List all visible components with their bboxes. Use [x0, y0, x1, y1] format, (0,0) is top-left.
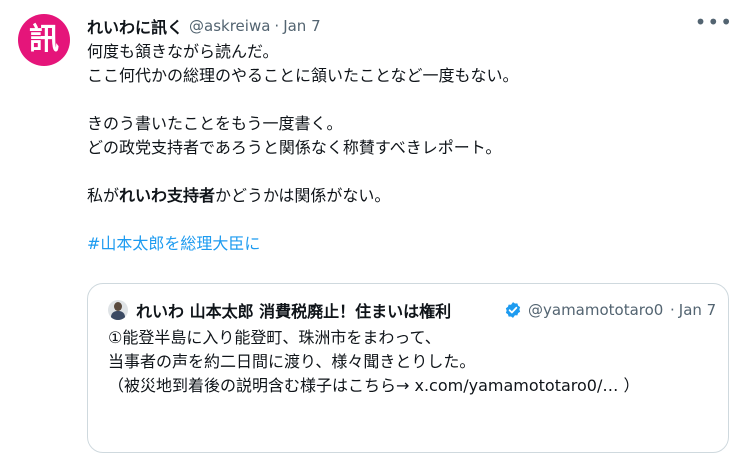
tweet-line: 何度も頷きながら読んだ。: [87, 42, 279, 61]
tweet-line: ここ何代かの総理のやることに頷いたことなど一度もない。: [87, 66, 519, 85]
tweet-date[interactable]: Jan 7: [283, 17, 320, 35]
tweet-header: れいわに訊く @askreiwa · Jan 7: [87, 14, 321, 38]
verified-badge-icon: [505, 302, 521, 318]
user-handle[interactable]: @askreiwa: [189, 17, 270, 35]
bold-text: れいわ支持者: [119, 186, 216, 205]
quoted-line: ①能登半島に入り能登町、珠洲市をまわって、: [108, 328, 441, 347]
separator: ·: [274, 17, 280, 35]
quoted-tweet-text: ①能登半島に入り能登町、珠洲市をまわって、 当事者の声を約二日間に渡り、様々聞き…: [108, 326, 718, 398]
quoted-tweet-date[interactable]: Jan 7: [679, 301, 716, 319]
quoted-tweet-header: れいわ 山本太郎 消費税廃止！住まいは権利 @yamamototaro0 · J…: [108, 298, 718, 322]
avatar[interactable]: 訊: [18, 14, 70, 66]
tweet-line: どの政党支持者であろうと関係なく称賛すべきレポート。: [87, 138, 502, 157]
display-name[interactable]: れいわに訊く: [87, 14, 183, 38]
tweet-line: 私がれいわ支持者かどうかは関係がない。: [87, 184, 727, 208]
text-segment: 私が: [87, 186, 120, 205]
separator: ·: [670, 301, 675, 319]
hashtag-line: #山本太郎を総理大臣に: [87, 232, 727, 256]
quoted-line: （被災地到着後の説明含む様子はこちら→ x.com/yamamototaro0/…: [108, 376, 640, 395]
text-segment: かどうかは関係がない。: [215, 186, 391, 205]
tweet-line: きのう書いたことをもう一度書く。: [87, 114, 343, 133]
more-options-button[interactable]: •••: [695, 10, 733, 34]
quoted-line: 当事者の声を約二日間に渡り、様々聞きとりした。: [108, 352, 476, 371]
quoted-user-handle[interactable]: @yamamototaro0: [528, 301, 668, 319]
quoted-avatar[interactable]: [108, 300, 128, 320]
hashtag-link[interactable]: #山本太郎を総理大臣に: [87, 234, 260, 253]
tweet-text: 何度も頷きながら読んだ。 ここ何代かの総理のやることに頷いたことなど一度もない。…: [87, 40, 727, 256]
more-horizontal-icon: •••: [694, 10, 733, 34]
quoted-display-name[interactable]: れいわ 山本太郎 消費税廃止！住まいは権利: [136, 298, 502, 322]
quoted-tweet[interactable]: れいわ 山本太郎 消費税廃止！住まいは権利 @yamamototaro0 · J…: [87, 283, 729, 453]
